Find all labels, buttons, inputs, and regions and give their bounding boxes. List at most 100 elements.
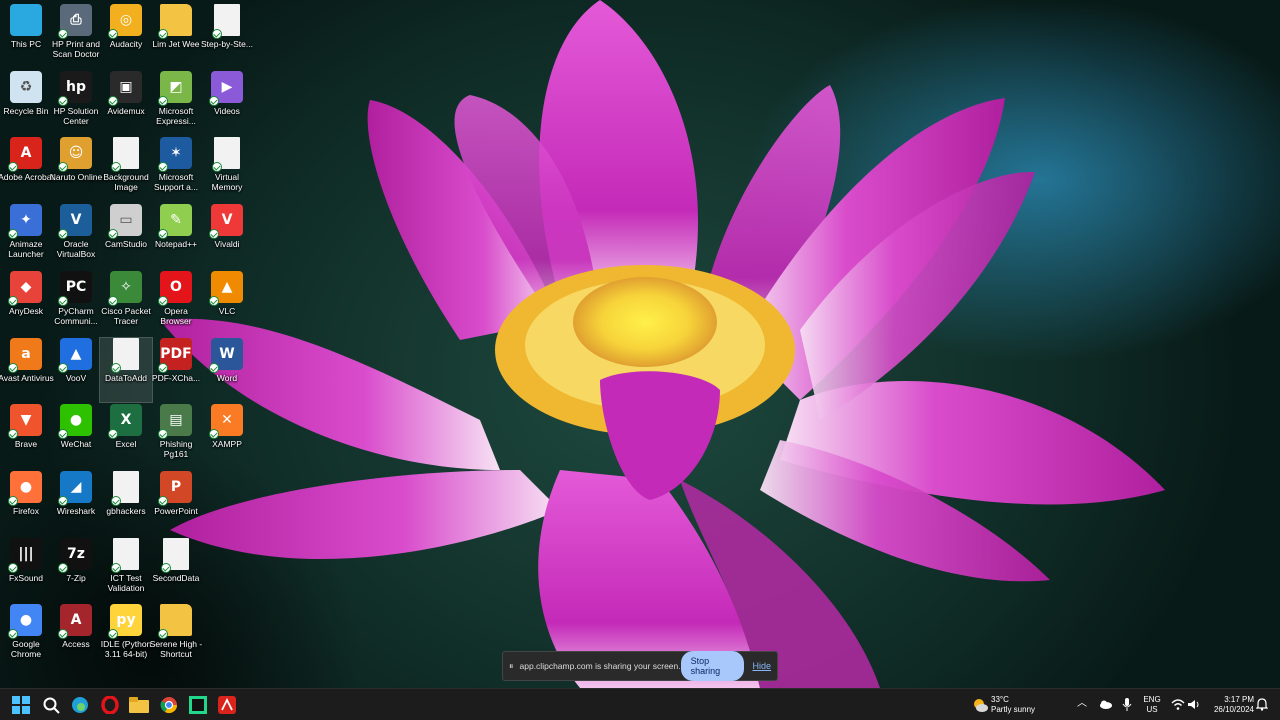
- sync-status-check-icon: [158, 295, 168, 306]
- start-button[interactable]: [9, 693, 33, 717]
- volume-icon[interactable]: [1187, 699, 1201, 710]
- desktop-shortcut[interactable]: P PowerPoint: [150, 470, 202, 535]
- desktop-shortcut[interactable]: DataToAdd: [99, 336, 153, 403]
- desktop-shortcut[interactable]: ⎙ HP Print and Scan Doctor: [50, 4, 102, 68]
- desktop-shortcut[interactable]: SecondData: [150, 537, 202, 602]
- desktop-shortcut-label: Recycle Bin: [3, 105, 49, 116]
- desktop-shortcut[interactable]: This PC: [0, 4, 52, 68]
- chrome-taskbar-button[interactable]: [157, 693, 181, 717]
- desktop-shortcut-label: SecondData: [152, 572, 200, 583]
- notification-bell-icon[interactable]: [1256, 698, 1268, 711]
- sync-status-check-icon: [58, 229, 68, 240]
- file-explorer-button[interactable]: [127, 693, 151, 717]
- desktop-shortcut[interactable]: ||| FxSound: [0, 537, 52, 602]
- desktop-shortcut[interactable]: ▶ Videos: [201, 70, 253, 135]
- desktop-shortcut-label: gbhackers: [106, 505, 146, 516]
- folder-icon: [158, 4, 192, 39]
- sync-status-check-icon: [8, 295, 18, 306]
- desktop-shortcut[interactable]: Background Image: [100, 137, 152, 201]
- desktop-shortcut[interactable]: ▼ Brave: [0, 404, 52, 468]
- desktop-shortcut[interactable]: ✕ XAMPP: [201, 404, 253, 468]
- anydesk-icon: ◆: [8, 270, 42, 306]
- camstudio-icon: ▭: [108, 204, 142, 240]
- desktop-shortcut[interactable]: ◆ AnyDesk: [0, 270, 52, 335]
- desktop-shortcut[interactable]: 7z 7-Zip: [50, 537, 102, 602]
- document-icon: [111, 337, 139, 373]
- desktop-shortcut-label: PowerPoint: [154, 505, 198, 516]
- sync-status-check-icon: [108, 295, 118, 306]
- desktop-shortcut[interactable]: X Excel: [100, 404, 152, 468]
- desktop-shortcut[interactable]: PDF PDF-XCha...: [150, 337, 202, 402]
- desktop-shortcut[interactable]: ✶ Microsoft Support a...: [150, 137, 202, 201]
- sync-status-check-icon: [8, 429, 18, 440]
- desktop-shortcut[interactable]: ICT Test Validation: [100, 537, 152, 602]
- desktop-shortcut[interactable]: V Oracle VirtualBox: [50, 204, 102, 268]
- desktop-shortcut-label: Access: [62, 639, 90, 650]
- desktop-shortcut-label: Animaze Launcher: [8, 239, 44, 260]
- desktop-shortcut[interactable]: V Vivaldi: [201, 204, 253, 268]
- pycharm-taskbar-button[interactable]: [186, 693, 210, 717]
- desktop-shortcut-label: Serene High - Shortcut: [149, 639, 203, 660]
- desktop-shortcut[interactable]: ✦ Animaze Launcher: [0, 204, 52, 268]
- desktop-shortcut[interactable]: ♻ Recycle Bin: [0, 70, 52, 135]
- desktop-shortcut[interactable]: ✎ Notepad++: [150, 204, 202, 268]
- desktop-shortcut[interactable]: W Word: [201, 337, 253, 402]
- sync-status-check-icon: [212, 29, 222, 39]
- sync-status-check-icon: [158, 162, 168, 173]
- desktop-shortcut[interactable]: ▤ Phishing Pg161: [150, 404, 202, 468]
- language-indicator[interactable]: ENG US: [1142, 695, 1162, 715]
- sync-status-check-icon: [8, 229, 18, 240]
- desktop-shortcut-label: Vivaldi: [214, 239, 240, 250]
- desktop-shortcut[interactable]: ▲ VLC: [201, 270, 253, 335]
- clock[interactable]: 3:17 PM 26/10/2024: [1206, 695, 1254, 715]
- desktop-shortcut[interactable]: ● WeChat: [50, 404, 102, 468]
- desktop-shortcut[interactable]: A Access: [50, 604, 102, 668]
- weather-widget[interactable]: 33°C Partly sunny: [991, 695, 1035, 715]
- desktop-shortcut[interactable]: ◎ Audacity: [100, 4, 152, 68]
- desktop-shortcut[interactable]: O Opera Browser: [150, 270, 202, 335]
- opera-taskbar-button[interactable]: [98, 693, 122, 717]
- desktop-icon-grid: This PC ♻ Recycle Bin A Adobe Acrobat ✦ Animaz…: [0, 0, 260, 688]
- phishing-doc-icon: ▤: [158, 404, 192, 440]
- drag-handle-icon[interactable]: ⏸: [509, 661, 514, 672]
- microphone-icon[interactable]: [1122, 698, 1132, 712]
- desktop-shortcut[interactable]: ▣ Avidemux: [100, 70, 152, 135]
- animaze-icon: ✦: [8, 204, 42, 240]
- region-code: US: [1146, 705, 1158, 714]
- desktop-shortcut[interactable]: ▭ CamStudio: [100, 204, 152, 268]
- desktop-shortcut[interactable]: ✧ Cisco Packet Tracer: [100, 270, 152, 335]
- search-button[interactable]: [39, 693, 63, 717]
- desktop-shortcut[interactable]: A Adobe Acrobat: [0, 137, 54, 201]
- desktop-shortcut[interactable]: ▲ VooV: [50, 337, 102, 402]
- sync-status-check-icon: [158, 29, 168, 39]
- desktop-shortcut[interactable]: a Avast Antivirus: [0, 337, 54, 402]
- desktop-shortcut[interactable]: ◩ Microsoft Expressi...: [150, 70, 202, 135]
- desktop-shortcut[interactable]: Virtual Memory: [201, 137, 253, 201]
- wifi-icon[interactable]: [1171, 699, 1185, 710]
- chevron-up-icon[interactable]: ︿: [1077, 699, 1087, 709]
- desktop-shortcut[interactable]: ● Google Chrome: [0, 604, 52, 668]
- desktop-shortcut[interactable]: ● Firefox: [0, 470, 52, 535]
- onedrive-cloud-icon[interactable]: [1099, 700, 1112, 709]
- desktop-shortcut[interactable]: ☺ Naruto Online: [50, 137, 102, 201]
- acrobat-taskbar-button[interactable]: [215, 693, 239, 717]
- edge-button[interactable]: [68, 693, 92, 717]
- sync-status-check-icon: [209, 362, 219, 373]
- desktop-shortcut-label: Microsoft Expressi...: [156, 105, 196, 126]
- desktop-shortcut-label: This PC: [10, 39, 42, 49]
- sync-status-check-icon: [212, 162, 222, 173]
- sync-status-check-icon: [108, 629, 118, 640]
- sync-status-check-icon: [8, 362, 18, 373]
- desktop-shortcut[interactable]: PC PyCharm Communi...: [50, 270, 102, 335]
- hide-share-bar-link[interactable]: Hide: [752, 661, 771, 671]
- desktop-shortcut[interactable]: Step-by-Ste...: [201, 4, 253, 68]
- desktop-shortcut[interactable]: hp HP Solution Center: [50, 70, 102, 135]
- stop-sharing-button[interactable]: Stop sharing: [680, 651, 745, 681]
- desktop-shortcut[interactable]: gbhackers: [100, 470, 152, 535]
- desktop-shortcut[interactable]: py IDLE (Python 3.11 64-bit): [100, 604, 152, 668]
- desktop-shortcut[interactable]: ◢ Wireshark: [50, 470, 102, 535]
- desktop-shortcut-label: Notepad++: [154, 239, 198, 250]
- screen-share-notification-bar: ⏸ app.clipchamp.com is sharing your scre…: [502, 651, 778, 681]
- desktop-shortcut[interactable]: Lim Jet Wee: [150, 4, 202, 68]
- desktop-shortcut[interactable]: Serene High - Shortcut: [150, 604, 202, 668]
